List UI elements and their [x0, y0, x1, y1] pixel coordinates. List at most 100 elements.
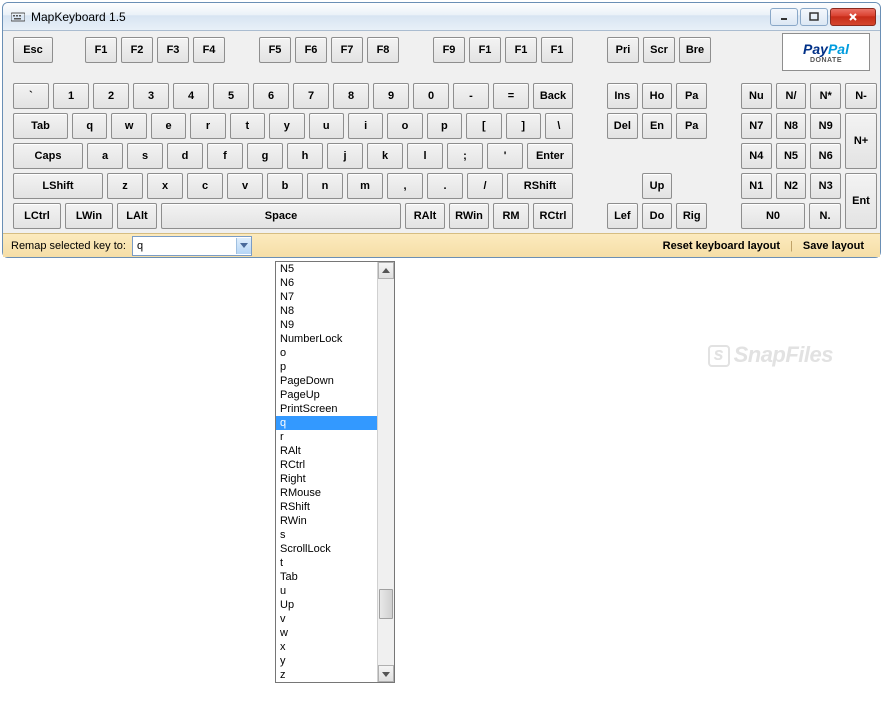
key-a[interactable]: a: [87, 143, 123, 169]
key-i[interactable]: i: [348, 113, 383, 139]
key-ndiv[interactable]: N/: [776, 83, 807, 109]
key-quote[interactable]: ': [487, 143, 523, 169]
key-w[interactable]: w: [111, 113, 146, 139]
key-enter[interactable]: Enter: [527, 143, 573, 169]
key-n8[interactable]: N8: [776, 113, 807, 139]
key-j[interactable]: j: [327, 143, 363, 169]
key-f5[interactable]: F5: [259, 37, 291, 63]
key-5[interactable]: 5: [213, 83, 249, 109]
key-9[interactable]: 9: [373, 83, 409, 109]
save-layout-button[interactable]: Save layout: [795, 240, 872, 252]
key-n1[interactable]: N1: [741, 173, 772, 199]
key-semicolon[interactable]: ;: [447, 143, 483, 169]
key-1[interactable]: 1: [53, 83, 89, 109]
key-nenter[interactable]: Ent: [845, 173, 877, 229]
key-7[interactable]: 7: [293, 83, 329, 109]
scroll-thumb[interactable]: [379, 589, 393, 619]
key-l[interactable]: l: [407, 143, 443, 169]
key-lshift[interactable]: LShift: [13, 173, 103, 199]
key-2[interactable]: 2: [93, 83, 129, 109]
key-n4[interactable]: N4: [741, 143, 772, 169]
key-bracket-l[interactable]: [: [466, 113, 501, 139]
scrollbar[interactable]: [377, 262, 394, 682]
key-lalt[interactable]: LAlt: [117, 203, 157, 229]
key-slash[interactable]: /: [467, 173, 503, 199]
key-x[interactable]: x: [147, 173, 183, 199]
key-backslash[interactable]: \: [545, 113, 573, 139]
key-r[interactable]: r: [190, 113, 225, 139]
key-left[interactable]: Lef: [607, 203, 638, 229]
key-right[interactable]: Rig: [676, 203, 707, 229]
scroll-down-button[interactable]: [378, 665, 394, 682]
key-tab[interactable]: Tab: [13, 113, 68, 139]
key-n[interactable]: n: [307, 173, 343, 199]
paypal-donate-button[interactable]: PayPal DONATE: [782, 33, 870, 71]
key-t[interactable]: t: [230, 113, 265, 139]
key-n5[interactable]: N5: [776, 143, 807, 169]
key-6[interactable]: 6: [253, 83, 289, 109]
key-u[interactable]: u: [309, 113, 344, 139]
key-numlock[interactable]: Nu: [741, 83, 772, 109]
key-s[interactable]: s: [127, 143, 163, 169]
key-printscreen[interactable]: Pri: [607, 37, 639, 63]
key-caps[interactable]: Caps: [13, 143, 83, 169]
key-f9[interactable]: F9: [433, 37, 465, 63]
key-4[interactable]: 4: [173, 83, 209, 109]
key-f11[interactable]: F1: [505, 37, 537, 63]
key-n6[interactable]: N6: [810, 143, 841, 169]
key-scrolllock[interactable]: Scr: [643, 37, 675, 63]
key-f3[interactable]: F3: [157, 37, 189, 63]
minimize-button[interactable]: [770, 8, 798, 26]
key-8[interactable]: 8: [333, 83, 369, 109]
key-f12[interactable]: F1: [541, 37, 573, 63]
key-n3[interactable]: N3: [810, 173, 841, 199]
key-delete[interactable]: Del: [607, 113, 638, 139]
key-z[interactable]: z: [107, 173, 143, 199]
key-home[interactable]: Ho: [642, 83, 673, 109]
remap-dropdown-list[interactable]: N5N6N7N8N9NumberLockopPageDownPageUpPrin…: [275, 261, 395, 683]
key-break[interactable]: Bre: [679, 37, 711, 63]
key-f1[interactable]: F1: [85, 37, 117, 63]
key-backspace[interactable]: Back: [533, 83, 573, 109]
key-down[interactable]: Do: [642, 203, 673, 229]
key-nminus[interactable]: N-: [845, 83, 877, 109]
maximize-button[interactable]: [800, 8, 828, 26]
reset-layout-button[interactable]: Reset keyboard layout: [655, 240, 788, 252]
key-space[interactable]: Space: [161, 203, 401, 229]
key-lctrl[interactable]: LCtrl: [13, 203, 61, 229]
key-e[interactable]: e: [151, 113, 186, 139]
key-equals[interactable]: =: [493, 83, 529, 109]
key-d[interactable]: d: [167, 143, 203, 169]
key-comma[interactable]: ,: [387, 173, 423, 199]
key-f4[interactable]: F4: [193, 37, 225, 63]
key-c[interactable]: c: [187, 173, 223, 199]
key-o[interactable]: o: [387, 113, 422, 139]
key-0[interactable]: 0: [413, 83, 449, 109]
key-ralt[interactable]: RAlt: [405, 203, 445, 229]
key-f2[interactable]: F2: [121, 37, 153, 63]
key-m[interactable]: m: [347, 173, 383, 199]
key-insert[interactable]: Ins: [607, 83, 638, 109]
key-lwin[interactable]: LWin: [65, 203, 113, 229]
key-n0[interactable]: N0: [741, 203, 805, 229]
key-f10[interactable]: F1: [469, 37, 501, 63]
scroll-track[interactable]: [378, 279, 394, 665]
key-rwin[interactable]: RWin: [449, 203, 489, 229]
key-backtick[interactable]: `: [13, 83, 49, 109]
key-f6[interactable]: F6: [295, 37, 327, 63]
key-v[interactable]: v: [227, 173, 263, 199]
key-n2[interactable]: N2: [776, 173, 807, 199]
key-bracket-r[interactable]: ]: [506, 113, 541, 139]
key-f8[interactable]: F8: [367, 37, 399, 63]
key-q[interactable]: q: [72, 113, 107, 139]
key-f[interactable]: f: [207, 143, 243, 169]
key-up[interactable]: Up: [642, 173, 673, 199]
key-3[interactable]: 3: [133, 83, 169, 109]
remap-select[interactable]: q: [132, 236, 252, 256]
key-k[interactable]: k: [367, 143, 403, 169]
key-b[interactable]: b: [267, 173, 303, 199]
key-h[interactable]: h: [287, 143, 323, 169]
key-y[interactable]: y: [269, 113, 304, 139]
key-esc[interactable]: Esc: [13, 37, 53, 63]
key-g[interactable]: g: [247, 143, 283, 169]
